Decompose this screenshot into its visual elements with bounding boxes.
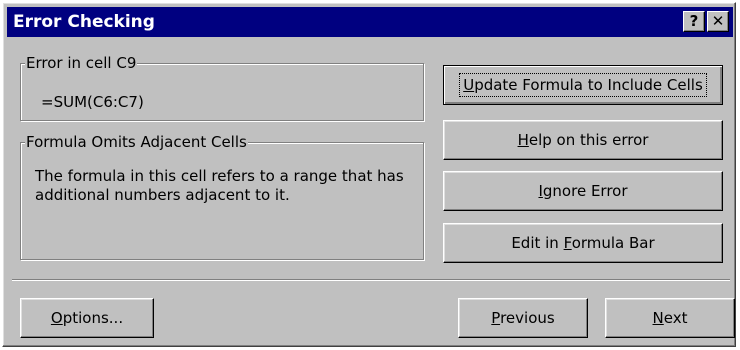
help-on-error-label: Help on this error	[517, 131, 649, 149]
previous-label: Previous	[491, 309, 555, 327]
options-button[interactable]: Options...	[20, 298, 154, 338]
ignore-error-label: Ignore Error	[538, 182, 628, 200]
window-title: Error Checking	[13, 12, 155, 32]
error-cell-legend: Error in cell C9	[25, 54, 138, 72]
edit-in-formula-bar-label: Edit in Formula Bar	[511, 234, 655, 252]
next-button[interactable]: Next	[605, 298, 735, 338]
error-description-group: Formula Omits Adjacent Cells The formula…	[20, 133, 424, 260]
close-icon[interactable]: ✕	[707, 11, 729, 32]
error-description-legend: Formula Omits Adjacent Cells	[25, 133, 248, 151]
title-bar[interactable]: Error Checking ? ✕	[7, 7, 733, 37]
next-label: Next	[652, 309, 688, 327]
help-icon[interactable]: ?	[683, 11, 705, 32]
update-formula-label: Update Formula to Include Cells	[459, 73, 707, 97]
error-description-text: The formula in this cell refers to a ran…	[35, 167, 404, 204]
previous-button[interactable]: Previous	[458, 298, 588, 338]
formula-text: =SUM(C6:C7)	[41, 93, 144, 111]
error-cell-group: Error in cell C9 =SUM(C6:C7)	[20, 54, 424, 121]
help-on-error-button[interactable]: Help on this error	[443, 120, 723, 160]
separator	[12, 279, 730, 281]
update-formula-button[interactable]: Update Formula to Include Cells	[443, 65, 723, 105]
ignore-error-button[interactable]: Ignore Error	[443, 171, 723, 211]
options-label: Options...	[50, 309, 124, 327]
edit-in-formula-bar-button[interactable]: Edit in Formula Bar	[443, 223, 723, 263]
